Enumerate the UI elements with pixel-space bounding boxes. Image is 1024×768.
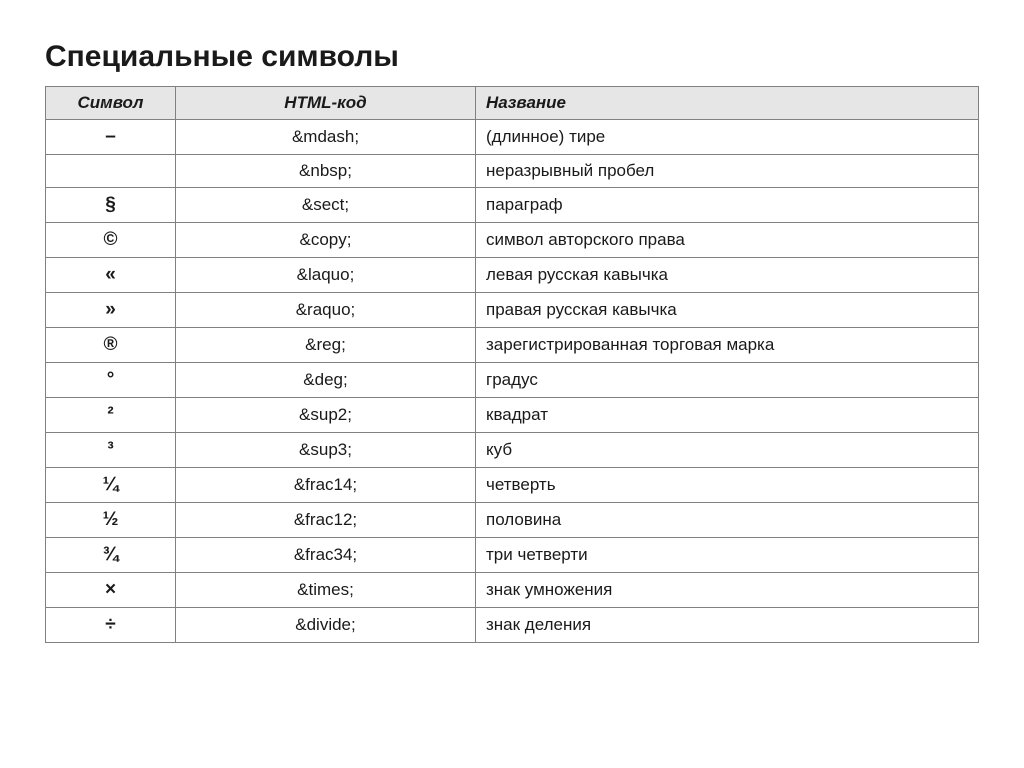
cell-name: символ авторского права xyxy=(476,223,979,258)
cell-name: (длинное) тире xyxy=(476,120,979,155)
cell-code: &sect; xyxy=(176,188,476,223)
cell-symbol: ° xyxy=(46,363,176,398)
cell-name: половина xyxy=(476,503,979,538)
table-row: «&laquo;левая русская кавычка xyxy=(46,258,979,293)
cell-symbol: ³ xyxy=(46,433,176,468)
cell-symbol: ® xyxy=(46,328,176,363)
cell-symbol: « xyxy=(46,258,176,293)
cell-name: правая русская кавычка xyxy=(476,293,979,328)
cell-name: неразрывный пробел xyxy=(476,155,979,188)
table-row: ©&copy;символ авторского права xyxy=(46,223,979,258)
cell-code: &laquo; xyxy=(176,258,476,293)
cell-symbol: » xyxy=(46,293,176,328)
page-title: Специальные символы xyxy=(45,40,979,74)
table-row: »&raquo;правая русская кавычка xyxy=(46,293,979,328)
cell-name: градус xyxy=(476,363,979,398)
cell-symbol: § xyxy=(46,188,176,223)
header-symbol: Символ xyxy=(46,87,176,120)
table-row: –&mdash;(длинное) тире xyxy=(46,120,979,155)
cell-code: &reg; xyxy=(176,328,476,363)
cell-code: &frac14; xyxy=(176,468,476,503)
cell-symbol: ¼ xyxy=(46,468,176,503)
special-chars-table: Символ HTML-код Название –&mdash;(длинно… xyxy=(45,86,979,643)
table-row: ¼&frac14;четверть xyxy=(46,468,979,503)
table-row: ÷&divide;знак деления xyxy=(46,608,979,643)
cell-symbol: ÷ xyxy=(46,608,176,643)
table-row: °&deg;градус xyxy=(46,363,979,398)
cell-code: &frac34; xyxy=(176,538,476,573)
table-row: ³&sup3;куб xyxy=(46,433,979,468)
cell-symbol: × xyxy=(46,573,176,608)
cell-symbol: ² xyxy=(46,398,176,433)
cell-code: &raquo; xyxy=(176,293,476,328)
table-row: ®&reg;зарегистрированная торговая марка xyxy=(46,328,979,363)
cell-name: знак деления xyxy=(476,608,979,643)
cell-code: &times; xyxy=(176,573,476,608)
cell-symbol: ¾ xyxy=(46,538,176,573)
table-row: §&sect;параграф xyxy=(46,188,979,223)
table-row: ½&frac12;половина xyxy=(46,503,979,538)
cell-name: три четверти xyxy=(476,538,979,573)
cell-name: квадрат xyxy=(476,398,979,433)
cell-name: четверть xyxy=(476,468,979,503)
cell-name: левая русская кавычка xyxy=(476,258,979,293)
cell-name: зарегистрированная торговая марка xyxy=(476,328,979,363)
cell-code: &nbsp; xyxy=(176,155,476,188)
header-code: HTML-код xyxy=(176,87,476,120)
header-name: Название xyxy=(476,87,979,120)
cell-code: &frac12; xyxy=(176,503,476,538)
cell-code: &sup2; xyxy=(176,398,476,433)
cell-code: &copy; xyxy=(176,223,476,258)
table-row: ²&sup2;квадрат xyxy=(46,398,979,433)
cell-code: &deg; xyxy=(176,363,476,398)
cell-name: параграф xyxy=(476,188,979,223)
cell-code: &mdash; xyxy=(176,120,476,155)
cell-symbol: ½ xyxy=(46,503,176,538)
table-row: &nbsp;неразрывный пробел xyxy=(46,155,979,188)
cell-name: куб xyxy=(476,433,979,468)
cell-code: &sup3; xyxy=(176,433,476,468)
cell-symbol: © xyxy=(46,223,176,258)
cell-code: &divide; xyxy=(176,608,476,643)
cell-symbol xyxy=(46,155,176,188)
table-row: ¾&frac34;три четверти xyxy=(46,538,979,573)
cell-name: знак умножения xyxy=(476,573,979,608)
cell-symbol: – xyxy=(46,120,176,155)
table-row: ×&times;знак умножения xyxy=(46,573,979,608)
